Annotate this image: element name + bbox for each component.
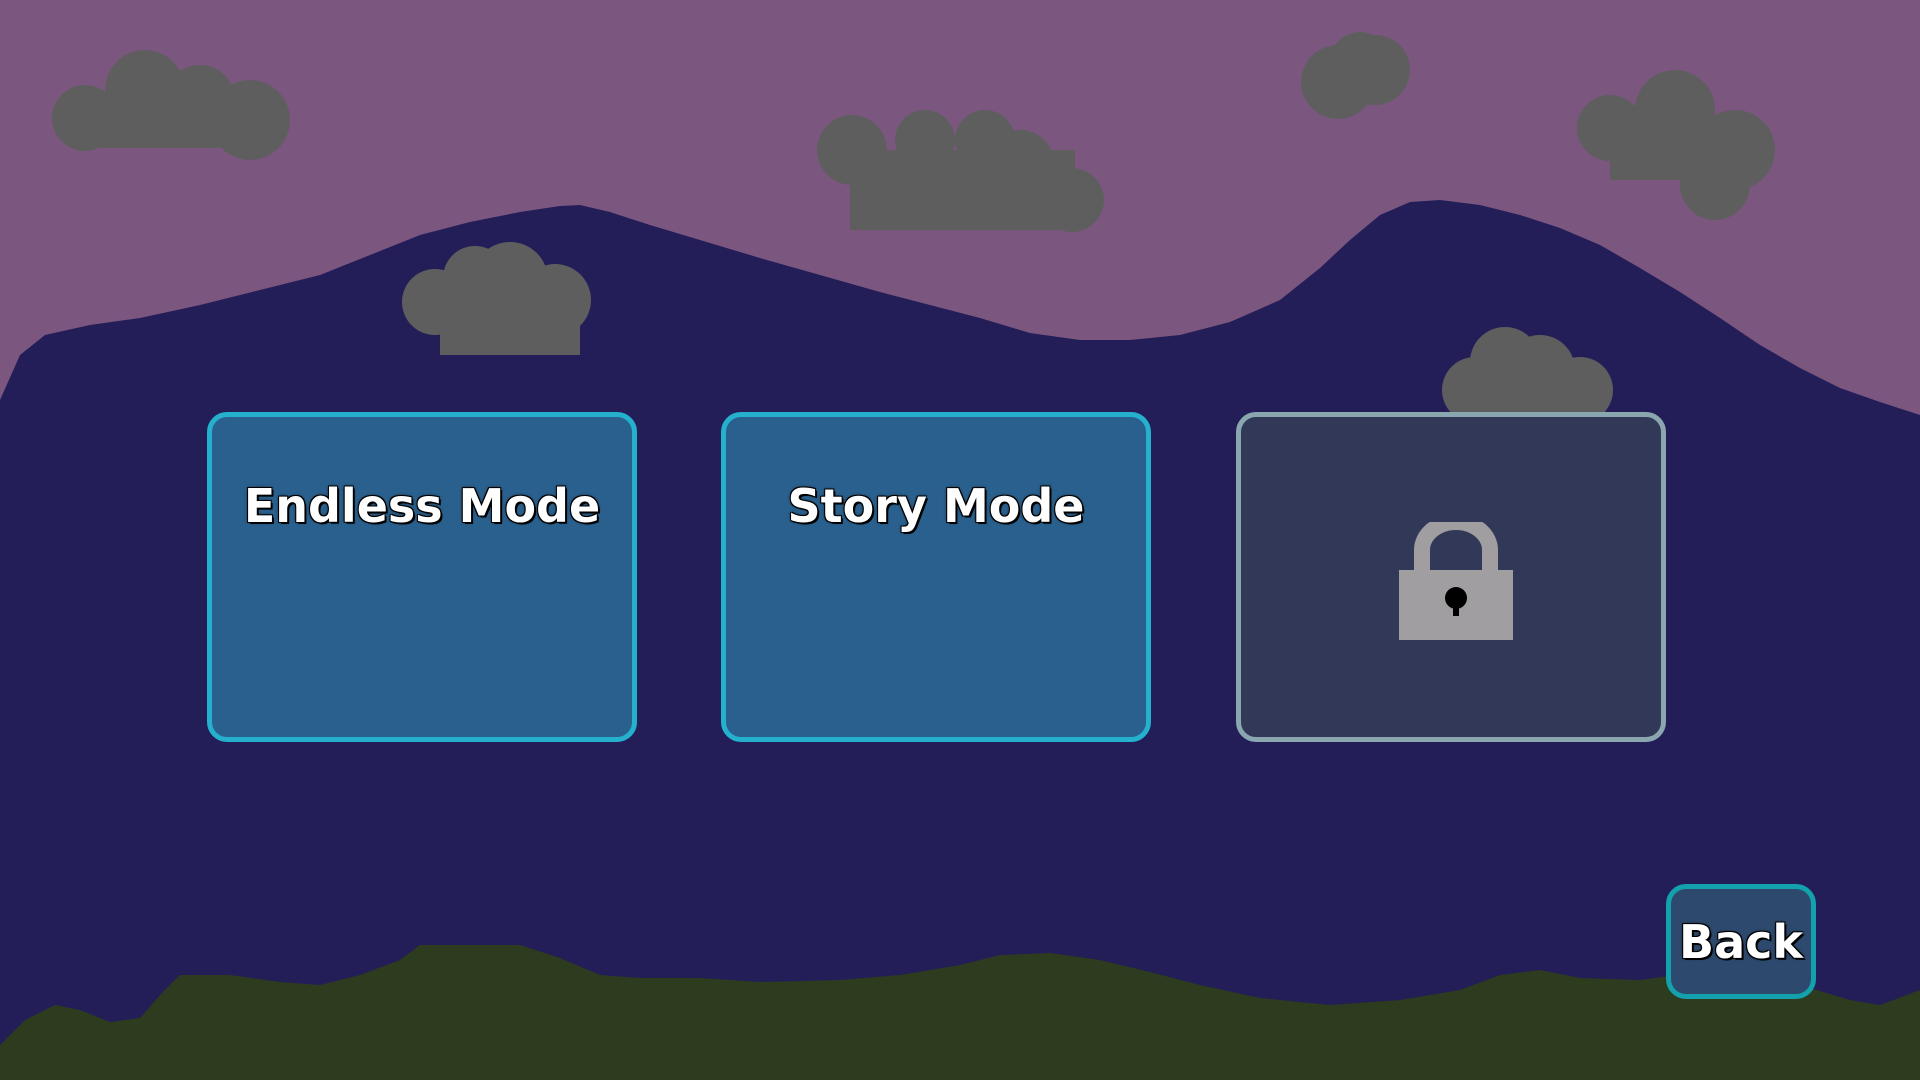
endless-mode-card[interactable]: Endless Mode <box>207 412 637 742</box>
lock-icon <box>1399 522 1513 640</box>
endless-mode-label: Endless Mode <box>243 479 601 533</box>
back-button[interactable]: Back <box>1666 884 1816 999</box>
story-mode-label: Story Mode <box>787 479 1085 533</box>
back-button-label: Back <box>1679 915 1803 969</box>
story-mode-card[interactable]: Story Mode <box>721 412 1151 742</box>
locked-mode-card <box>1236 412 1666 742</box>
